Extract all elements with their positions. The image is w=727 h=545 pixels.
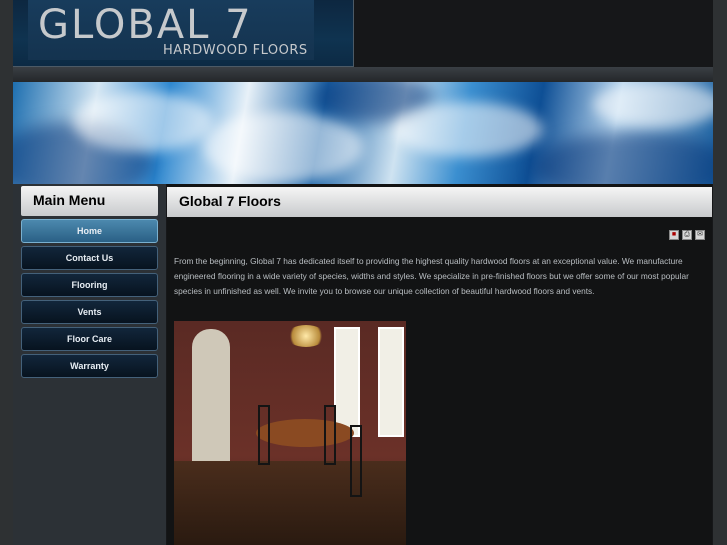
menu-item-floor-care[interactable]: Floor Care	[21, 327, 158, 351]
email-icon[interactable]: ✉	[695, 230, 705, 240]
main-menu-heading-label: Main Menu	[33, 192, 106, 208]
dining-room-photo	[174, 321, 406, 545]
page-title-bar: Global 7 Floors	[167, 187, 712, 217]
print-icon[interactable]: ⎙	[682, 230, 692, 240]
page-title: Global 7 Floors	[179, 193, 281, 209]
main-content: Global 7 Floors ■ ⎙ ✉ From the beginning…	[167, 184, 712, 545]
menu-item-contact-us[interactable]: Contact Us	[21, 246, 158, 270]
intro-text: From the beginning, Global 7 has dedicat…	[174, 256, 689, 296]
header-divider	[13, 67, 713, 82]
logo-title: GLOBAL 7	[38, 2, 253, 48]
pdf-icon[interactable]: ■	[669, 230, 679, 240]
header-banner	[13, 82, 713, 184]
menu-item-warranty[interactable]: Warranty	[21, 354, 158, 378]
main-menu-heading: Main Menu	[21, 186, 158, 216]
sidebar: Main Menu Home Contact Us Flooring Vents…	[13, 184, 166, 545]
menu-item-home[interactable]: Home	[21, 219, 158, 243]
menu-item-flooring[interactable]: Flooring	[21, 273, 158, 297]
logo-subtitle: HARDWOOD FLOORS	[163, 43, 308, 58]
page-tools: ■ ⎙ ✉	[669, 230, 705, 240]
logo[interactable]: GLOBAL 7 HARDWOOD FLOORS	[13, 0, 354, 67]
menu-item-vents[interactable]: Vents	[21, 300, 158, 324]
